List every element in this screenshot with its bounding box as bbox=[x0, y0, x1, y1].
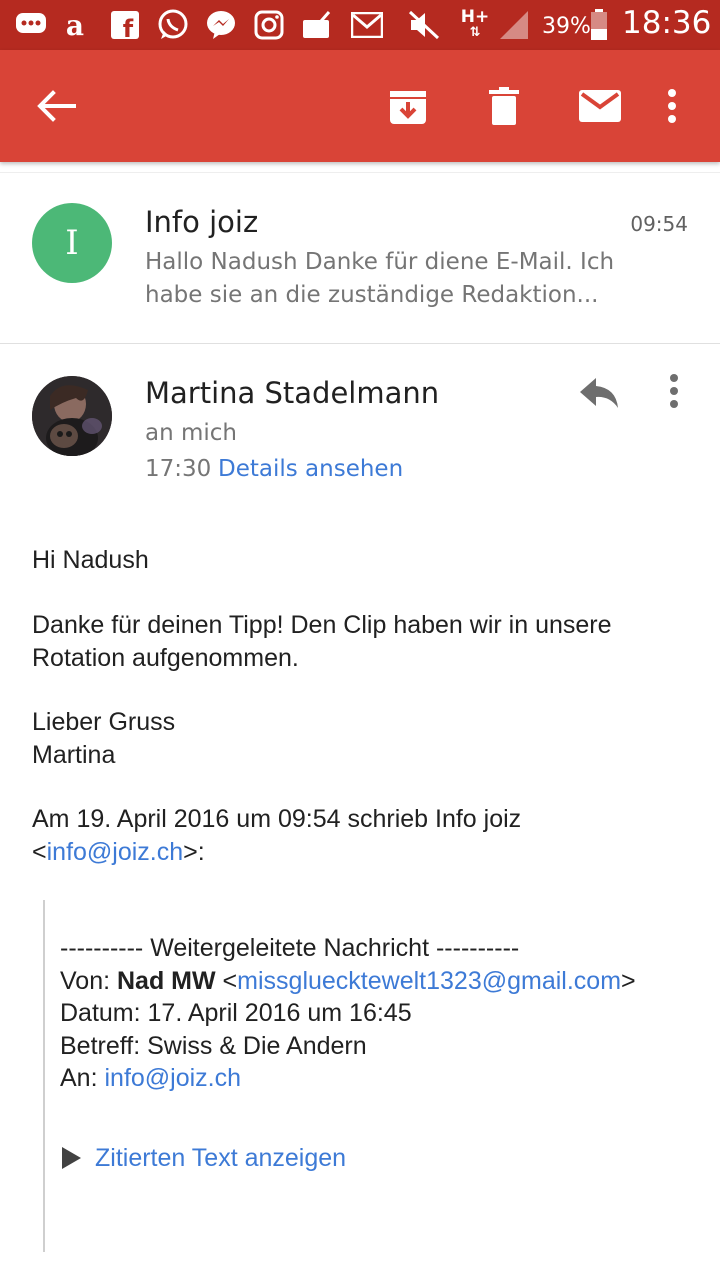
show-quoted-text-button[interactable]: Zitierten Text anzeigen bbox=[62, 1141, 346, 1175]
message-time: 09:54 bbox=[630, 212, 688, 236]
to-label: An: bbox=[60, 1064, 105, 1092]
email-link[interactable]: missgluecktewelt1323@gmail.com bbox=[237, 967, 621, 995]
forward-separator: ---------- Weitergeleitete Nachricht ---… bbox=[60, 934, 520, 962]
from-name: Nad MW bbox=[117, 967, 216, 995]
archive-icon[interactable] bbox=[386, 84, 430, 128]
angle-open: < bbox=[32, 838, 47, 866]
show-quoted-label: Zitierten Text anzeigen bbox=[95, 1143, 347, 1172]
gmail-icon bbox=[350, 9, 384, 41]
back-arrow-icon[interactable] bbox=[30, 84, 82, 128]
sender-name: Info joiz bbox=[145, 205, 259, 239]
app-bar bbox=[0, 50, 720, 162]
quote-intro-address: <info@joiz.ch>: bbox=[32, 836, 692, 869]
forward-date: Datum: 17. April 2016 um 16:45 bbox=[60, 999, 412, 1027]
forward-from: Von: Nad MW <missgluecktewelt1323@gmail.… bbox=[60, 965, 710, 998]
avatar: I bbox=[32, 203, 112, 283]
more-vert-icon[interactable] bbox=[668, 374, 692, 414]
quote-intro: Am 19. April 2016 um 09:54 schrieb Info … bbox=[32, 803, 692, 869]
recipient-line: an mich bbox=[145, 420, 237, 446]
email-link[interactable]: info@joiz.ch bbox=[104, 1064, 241, 1092]
body-greeting: Hi Nadush bbox=[32, 546, 149, 574]
battery-icon bbox=[588, 9, 610, 41]
quote-intro-text: Am 19. April 2016 um 09:54 schrieb Info … bbox=[32, 805, 522, 833]
body-closing: Lieber Gruss bbox=[32, 708, 176, 736]
amazon-icon: a bbox=[65, 8, 85, 42]
email-link[interactable]: info@joiz.ch bbox=[47, 838, 184, 866]
svg-text:f: f bbox=[123, 15, 134, 39]
battery-percent: 39% bbox=[542, 14, 591, 39]
messenger-icon bbox=[204, 9, 238, 41]
whatsapp-icon bbox=[156, 9, 190, 41]
angle-open: < bbox=[215, 967, 238, 995]
instagram-icon bbox=[252, 9, 286, 41]
from-label: Von: bbox=[60, 967, 117, 995]
message-time: 17:30 bbox=[145, 456, 212, 482]
mute-icon bbox=[406, 9, 442, 41]
network-type: H+ ⇅ bbox=[460, 7, 490, 41]
facebook-icon: f bbox=[110, 9, 140, 41]
signal-icon bbox=[496, 9, 532, 41]
forward-subject: Betreff: Swiss & Die Andern bbox=[60, 1032, 367, 1060]
mark-unread-icon[interactable] bbox=[576, 84, 624, 128]
chat-icon bbox=[14, 9, 48, 41]
angle-close: >: bbox=[183, 838, 205, 866]
forward-to: An: info@joiz.ch bbox=[60, 1062, 710, 1095]
clock: 18:36 bbox=[622, 5, 712, 41]
expand-triangle-icon bbox=[62, 1147, 81, 1169]
quote-bar bbox=[43, 900, 45, 1252]
avatar bbox=[32, 376, 112, 456]
status-bar: a f H+ ⇅ 39% 18:36 bbox=[0, 0, 720, 50]
more-vert-icon[interactable] bbox=[660, 84, 684, 128]
reply-icon[interactable] bbox=[578, 374, 622, 414]
message-snippet: Hallo Nadush Danke für diene E-Mail. Ich… bbox=[145, 249, 615, 308]
delete-icon[interactable] bbox=[484, 84, 524, 128]
body-paragraph: Danke für deinen Tipp! Den Clip haben wi… bbox=[32, 611, 612, 672]
tasks-icon bbox=[300, 9, 334, 41]
sender-name: Martina Stadelmann bbox=[145, 376, 440, 410]
details-link[interactable]: Details ansehen bbox=[218, 456, 403, 482]
body-signature: Martina bbox=[32, 741, 116, 769]
angle-close: > bbox=[621, 967, 636, 995]
